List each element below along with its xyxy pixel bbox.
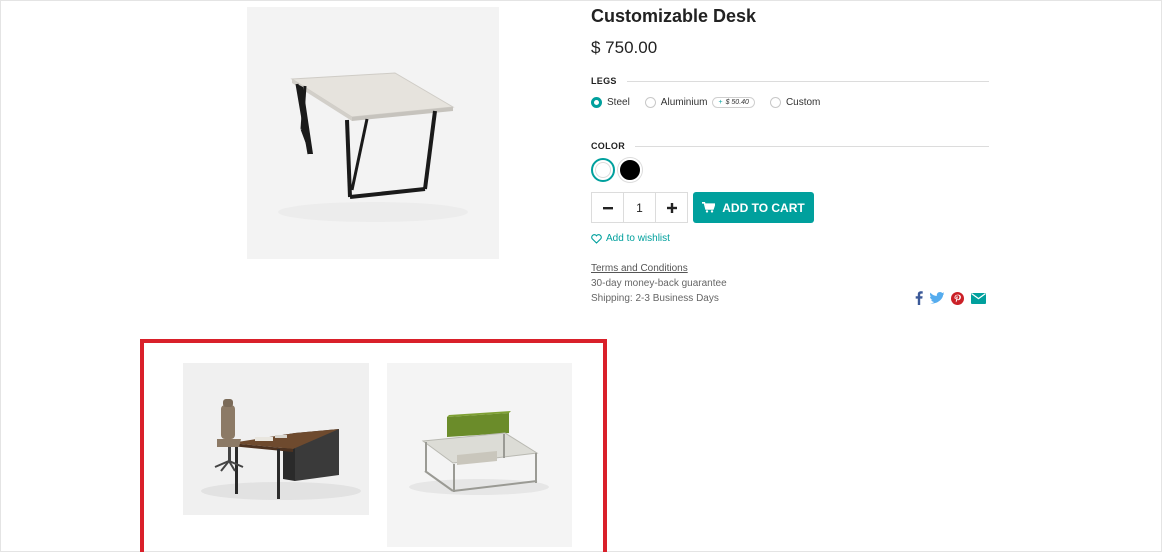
quantity-decrease-button[interactable] [592,193,623,222]
legs-option-label: Custom [785,97,821,108]
quantity-stepper: 1 [591,192,688,223]
legs-options: Steel Aluminium + $ 50.40 Custom [591,97,835,108]
quantity-increase-button[interactable] [656,193,687,222]
twitter-share-link[interactable] [930,292,944,304]
cart-icon [702,202,716,213]
email-icon [971,293,986,304]
plus-icon [666,202,677,213]
legs-option-aluminium[interactable]: Aluminium + $ 50.40 [644,97,755,108]
pinterest-icon [951,291,964,305]
share-links [908,291,986,305]
legs-option-label: Steel [607,97,630,108]
pinterest-share-link[interactable] [951,291,964,305]
add-to-cart-label: ADD TO CART [722,200,805,215]
extra-price: $ 50.40 [725,99,749,106]
wishlist-label: Add to wishlist [606,233,670,244]
desk-image [247,7,499,259]
plus-icon: + [718,99,723,106]
add-to-cart-button[interactable]: ADD TO CART [693,192,814,223]
color-swatch-black[interactable] [618,158,642,182]
extra-price-badge: + $ 50.40 [712,97,755,108]
legs-option-custom[interactable]: Custom [769,97,821,108]
legs-attribute-header: LEGS [591,74,989,88]
legs-label: LEGS [591,76,617,86]
main-product-image [247,7,499,259]
product-title: Customizable Desk [591,6,757,26]
product-price: $ 750.00 [591,38,658,57]
facebook-share-link[interactable] [915,291,923,305]
heart-icon [591,233,602,244]
divider [626,80,989,82]
quantity-input[interactable]: 1 [623,193,656,222]
twitter-icon [930,292,944,304]
add-to-wishlist-link[interactable]: Add to wishlist [591,233,670,244]
minus-icon [602,206,613,209]
color-swatches [591,158,645,182]
color-label: COLOR [591,141,625,151]
office-desk-image [183,363,369,515]
legs-option-steel[interactable]: Steel [591,97,630,108]
guarantee-text: 30-day money-back guarantee [591,278,727,289]
radio-button[interactable] [591,97,602,108]
divider [635,145,989,147]
radio-button[interactable] [644,97,656,108]
color-attribute-header: COLOR [591,139,989,153]
shipping-text: Shipping: 2-3 Business Days [591,293,719,304]
facebook-icon [915,291,923,305]
thumbnail-office-desk[interactable] [183,363,369,515]
thumbnail-double-desk[interactable] [387,363,572,547]
radio-button[interactable] [769,97,781,108]
color-swatch-white[interactable] [591,158,615,182]
double-desk-image [387,363,572,547]
terms-and-conditions-link[interactable]: Terms and Conditions [591,263,688,274]
email-share-link[interactable] [971,292,986,304]
legs-option-label: Aluminium [660,97,708,108]
